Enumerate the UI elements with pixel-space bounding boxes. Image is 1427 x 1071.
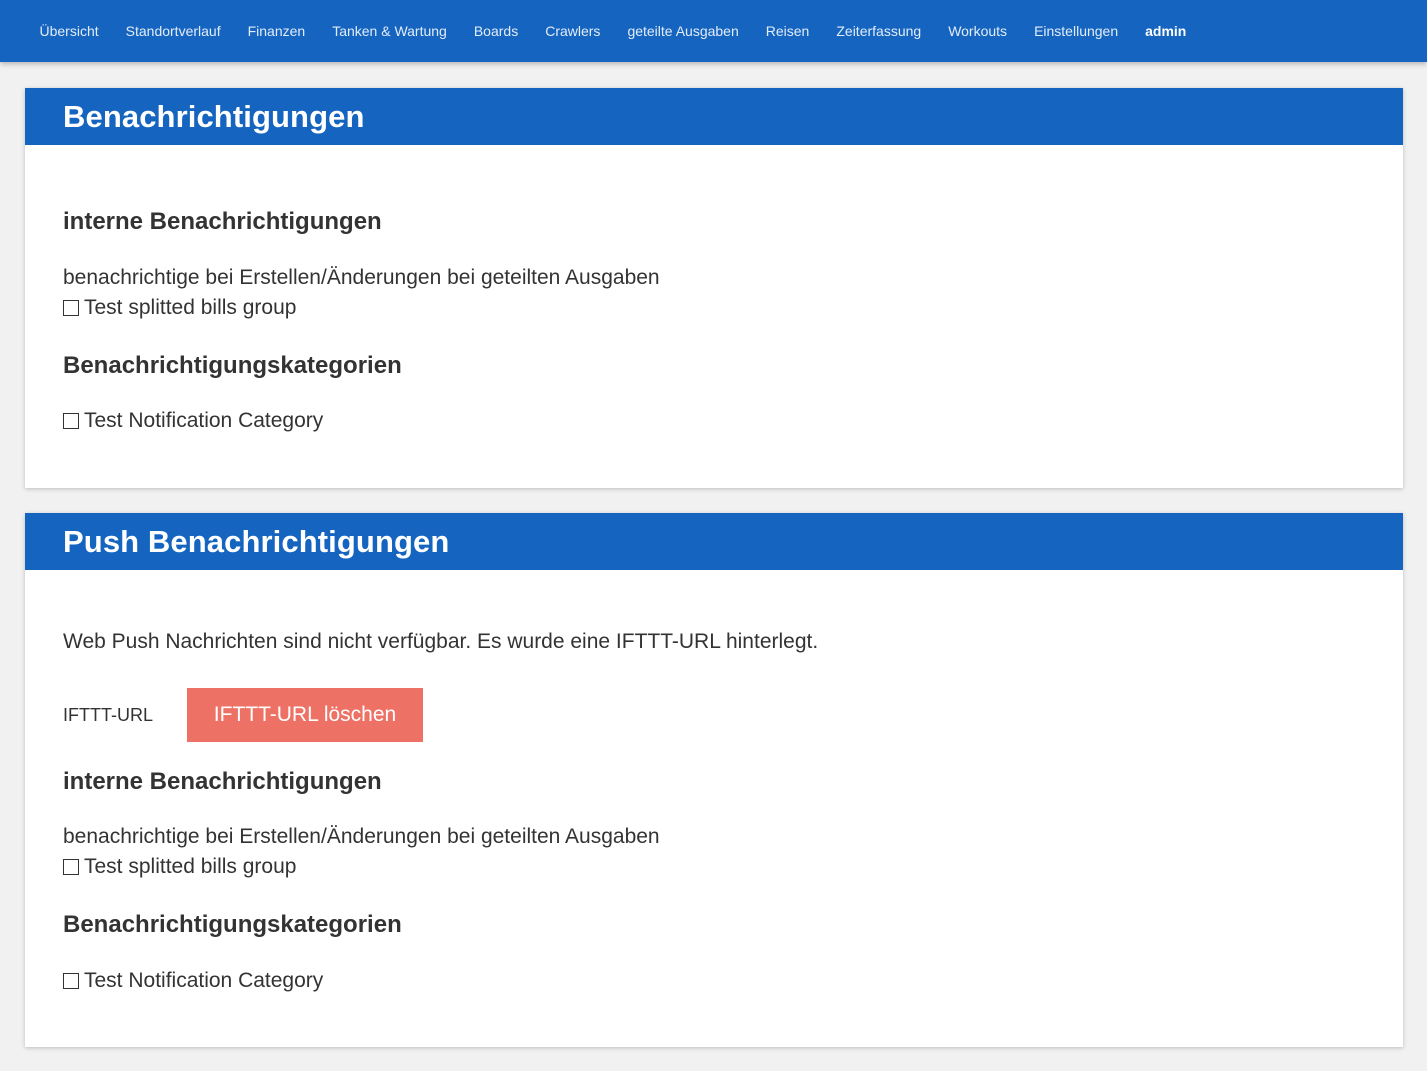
nav-item-tanken-wartung[interactable]: Tanken & Wartung bbox=[319, 0, 461, 62]
delete-ifttt-url-button[interactable]: IFTTT-URL löschen bbox=[187, 688, 423, 742]
push-title: Push Benachrichtigungen bbox=[63, 523, 450, 559]
ifttt-url-label: IFTTT-URL bbox=[63, 705, 153, 725]
notification-category-option[interactable]: Test Notification Category bbox=[63, 409, 323, 433]
push-notification-categories-heading: Benachrichtigungskategorien bbox=[63, 911, 402, 938]
splitted-bills-group-label: Test splitted bills group bbox=[84, 296, 297, 319]
nav-item-boards[interactable]: Boards bbox=[460, 0, 531, 62]
notifications-card-body: interne Benachrichtigungen benachrichtig… bbox=[25, 145, 1403, 488]
nav-item-einstellungen[interactable]: Einstellungen bbox=[1021, 0, 1132, 62]
splitted-bills-group-checkbox[interactable] bbox=[63, 300, 79, 316]
notifications-card-header: Benachrichtigungen bbox=[25, 88, 1403, 145]
internal-notifications-description: benachrichtige bei Erstellen/Änderungen … bbox=[63, 266, 660, 289]
push-splitted-bills-group-label: Test splitted bills group bbox=[84, 855, 297, 878]
top-navigation: Übersicht Standortverlauf Finanzen Tanke… bbox=[0, 0, 1427, 62]
notification-category-label: Test Notification Category bbox=[84, 409, 324, 432]
web-push-info-text: Web Push Nachrichten sind nicht verfügba… bbox=[63, 630, 819, 653]
push-card-header: Push Benachrichtigungen bbox=[25, 513, 1403, 570]
notification-category-checkbox[interactable] bbox=[63, 413, 79, 429]
notifications-title: Benachrichtigungen bbox=[63, 98, 365, 134]
push-splitted-bills-group-checkbox[interactable] bbox=[63, 859, 79, 875]
ifttt-row: IFTTT-URL IFTTT-URL löschen bbox=[63, 688, 463, 742]
splitted-bills-group-option[interactable]: Test splitted bills group bbox=[63, 296, 296, 320]
nav-item-finanzen[interactable]: Finanzen bbox=[234, 0, 319, 62]
nav-item-admin[interactable]: admin bbox=[1132, 0, 1200, 62]
push-notification-category-checkbox[interactable] bbox=[63, 973, 79, 989]
notification-categories-heading: Benachrichtigungskategorien bbox=[63, 352, 402, 379]
push-notification-category-option[interactable]: Test Notification Category bbox=[63, 969, 323, 993]
push-card-body: Web Push Nachrichten sind nicht verfügba… bbox=[25, 570, 1403, 1047]
nav-item-zeiterfassung[interactable]: Zeiterfassung bbox=[823, 0, 935, 62]
nav-item-reisen[interactable]: Reisen bbox=[752, 0, 823, 62]
nav-item-standortverlauf[interactable]: Standortverlauf bbox=[112, 0, 234, 62]
push-notification-category-label: Test Notification Category bbox=[84, 969, 324, 992]
push-splitted-bills-group-option[interactable]: Test splitted bills group bbox=[63, 855, 296, 879]
nav-item-crawlers[interactable]: Crawlers bbox=[532, 0, 614, 62]
nav-item-workouts[interactable]: Workouts bbox=[935, 0, 1021, 62]
nav-item-uebersicht[interactable]: Übersicht bbox=[26, 0, 112, 62]
internal-notifications-heading: interne Benachrichtigungen bbox=[63, 208, 382, 235]
nav-item-geteilte-ausgaben[interactable]: geteilte Ausgaben bbox=[614, 0, 752, 62]
push-internal-notifications-heading: interne Benachrichtigungen bbox=[63, 768, 382, 795]
push-internal-notifications-description: benachrichtige bei Erstellen/Änderungen … bbox=[63, 825, 660, 848]
push-notifications-card: Push Benachrichtigungen Web Push Nachric… bbox=[25, 513, 1403, 1047]
notifications-card: Benachrichtigungen interne Benachrichtig… bbox=[25, 88, 1403, 488]
